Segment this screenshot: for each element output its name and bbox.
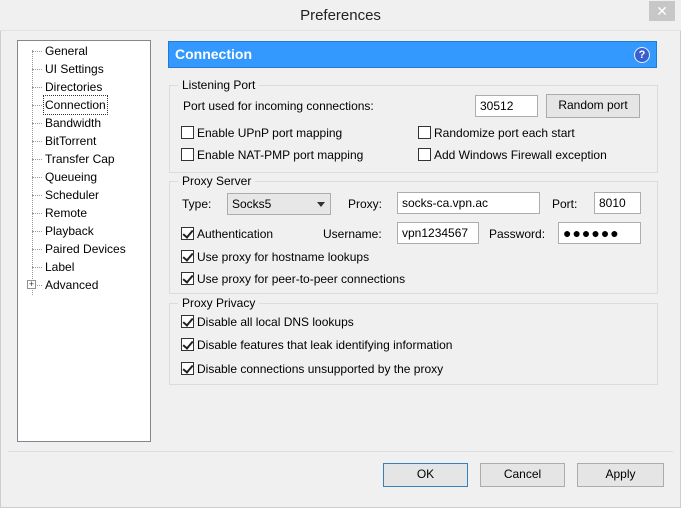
tree-item-label: Paired Devices [45, 242, 126, 256]
close-button[interactable]: ✕ [649, 1, 675, 21]
disable-dns-label: Disable all local DNS lookups [197, 315, 354, 329]
firewall-label: Add Windows Firewall exception [434, 148, 607, 162]
footer-separator [8, 451, 673, 452]
section-header: Connection ? [168, 41, 657, 68]
username-input[interactable]: vpn1234567 [397, 222, 479, 244]
randomize-port-checkbox[interactable] [418, 126, 431, 139]
username-label: Username: [323, 227, 382, 241]
password-input[interactable]: ●●●●●● [558, 222, 641, 244]
title-bar: Preferences ✕ [0, 0, 681, 31]
tree-item-label: Directories [45, 80, 103, 94]
expand-icon[interactable]: + [27, 280, 36, 289]
tree-item-label: Remote [45, 206, 88, 220]
natpmp-label: Enable NAT-PMP port mapping [197, 148, 364, 162]
proxy-type-label: Type: [182, 197, 212, 211]
proxy-port-label: Port: [552, 197, 578, 211]
port-label: Port used for incoming connections: [183, 99, 374, 113]
p2p-proxy-checkbox[interactable] [181, 272, 194, 285]
proxy-host-label: Proxy: [348, 197, 383, 211]
disable-leak-label: Disable features that leak identifying i… [197, 338, 453, 352]
disable-unsupported-checkbox[interactable] [181, 362, 194, 375]
listening-port-input[interactable]: 30512 [475, 95, 538, 117]
tree-item-label: Connection [43, 95, 108, 115]
group-title: Proxy Privacy [178, 296, 260, 310]
tree-item-label: Scheduler [45, 188, 100, 202]
random-port-button[interactable]: Random port [546, 94, 640, 118]
upnp-label: Enable UPnP port mapping [197, 126, 343, 140]
chevron-down-icon [317, 202, 325, 207]
firewall-checkbox[interactable] [418, 148, 431, 161]
tree-item-label: General [45, 44, 88, 58]
authentication-checkbox[interactable] [181, 227, 194, 240]
ok-button[interactable]: OK [383, 463, 468, 487]
tree-item-label: Advanced [45, 278, 99, 292]
password-label: Password: [489, 227, 546, 241]
tree-item-label: Bandwidth [45, 116, 102, 130]
window-title: Preferences [300, 7, 381, 24]
proxy-type-select[interactable]: Socks5 [227, 193, 331, 215]
help-icon[interactable]: ? [634, 47, 650, 63]
disable-unsupported-label: Disable connections unsupported by the p… [197, 362, 444, 376]
natpmp-checkbox[interactable] [181, 148, 194, 161]
proxy-type-value: Socks5 [232, 197, 272, 211]
upnp-checkbox[interactable] [181, 126, 194, 139]
tree-item-label: Label [45, 260, 75, 274]
category-tree[interactable]: General UI Settings Directories Connecti… [17, 40, 151, 442]
section-title: Connection [175, 46, 252, 62]
tree-item-label: BitTorrent [45, 134, 97, 148]
proxy-port-input[interactable]: 8010 [594, 192, 641, 214]
cancel-button[interactable]: Cancel [480, 463, 565, 487]
disable-dns-checkbox[interactable] [181, 315, 194, 328]
p2p-proxy-label: Use proxy for peer-to-peer connections [197, 272, 406, 286]
tree-item-label: Queueing [45, 170, 98, 184]
hostname-lookups-checkbox[interactable] [181, 250, 194, 263]
tree-item-label: Playback [45, 224, 94, 238]
group-title: Listening Port [178, 78, 260, 92]
tree-item-label: UI Settings [45, 62, 104, 76]
proxy-host-input[interactable]: socks-ca.vpn.ac [397, 192, 540, 214]
disable-leak-checkbox[interactable] [181, 338, 194, 351]
randomize-port-label: Randomize port each start [434, 126, 575, 140]
hostname-lookups-label: Use proxy for hostname lookups [197, 250, 370, 264]
group-title: Proxy Server [178, 174, 256, 188]
tree-item-label: Transfer Cap [45, 152, 115, 166]
authentication-label: Authentication [197, 227, 274, 241]
apply-button[interactable]: Apply [577, 463, 664, 487]
